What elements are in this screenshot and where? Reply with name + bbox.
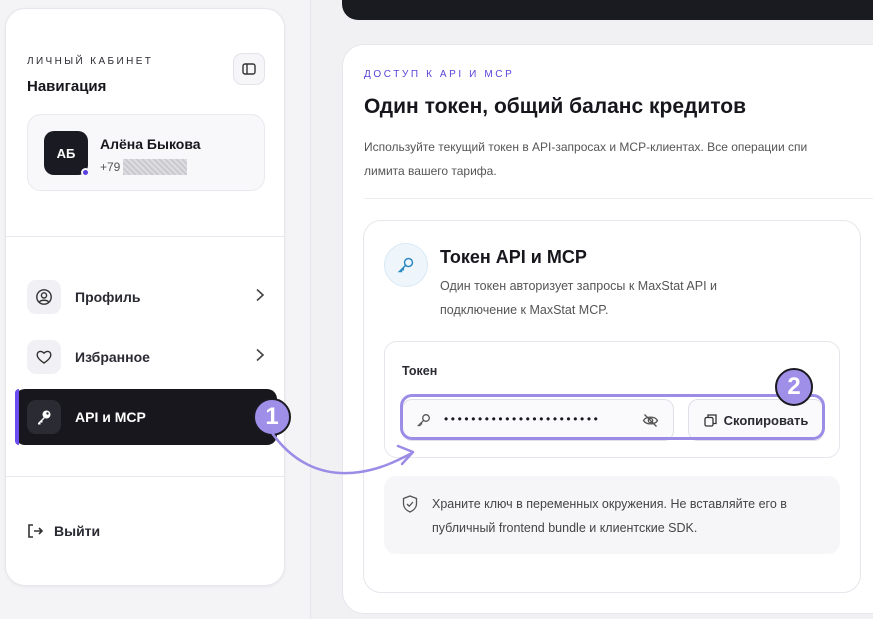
- phone-redacted: [123, 159, 188, 175]
- key-icon: [27, 400, 61, 434]
- user-card: АБ Алёна Быкова +79: [27, 114, 265, 191]
- sidebar-toggle-icon: [242, 63, 256, 75]
- user-phone: +79: [100, 159, 188, 175]
- avatar-initials: АБ: [56, 145, 76, 161]
- sidebar: ЛИЧНЫЙ КАБИНЕТ Навигация АБ Алёна Быкова…: [5, 8, 285, 586]
- chevron-right-icon: [255, 348, 265, 367]
- section-description: Используйте текущий токен в API-запросах…: [364, 135, 873, 183]
- sidebar-item-profile[interactable]: Профиль: [15, 269, 277, 325]
- annotation-badge-2: 2: [775, 368, 813, 406]
- sidebar-eyebrow: ЛИЧНЫЙ КАБИНЕТ: [27, 56, 154, 67]
- logout-label: Выйти: [54, 523, 101, 539]
- token-field-label: Токен: [402, 364, 438, 378]
- sidebar-item-label: API и MCP: [75, 409, 146, 425]
- active-indicator: [15, 389, 19, 445]
- sidebar-title: Навигация: [27, 78, 107, 95]
- top-bar: [342, 0, 873, 20]
- collapse-sidebar-button[interactable]: [233, 53, 265, 85]
- api-access-section: ДОСТУП К API И MCP Один токен, общий бал…: [342, 44, 873, 614]
- sidebar-divider: [6, 476, 284, 477]
- section-description-line: лимита вашего тарифа.: [364, 164, 497, 178]
- chevron-right-icon: [255, 288, 265, 307]
- annotation-badge-1: 1: [253, 398, 291, 436]
- page: ЛИЧНЫЙ КАБИНЕТ Навигация АБ Алёна Быкова…: [0, 0, 873, 619]
- shield-check-icon: [402, 495, 418, 518]
- section-description-line: Используйте текущий токен в API-запросах…: [364, 140, 808, 154]
- key-icon: [384, 243, 428, 287]
- sidebar-divider: [6, 236, 284, 237]
- user-name: Алёна Быкова: [100, 136, 201, 152]
- sidebar-item-label: Избранное: [75, 349, 150, 365]
- avatar: АБ: [44, 131, 90, 177]
- online-status-dot: [81, 168, 90, 177]
- sidebar-item-favorites[interactable]: Избранное: [15, 329, 277, 385]
- user-circle-icon: [27, 280, 61, 314]
- section-divider: [364, 198, 873, 199]
- security-note-text: Храните ключ в переменных окружения. Не …: [432, 497, 787, 535]
- sidebar-item-label: Профиль: [75, 289, 141, 305]
- sidebar-item-api-mcp[interactable]: API и MCP: [15, 389, 277, 445]
- page-title: Один токен, общий баланс кредитов: [364, 95, 746, 118]
- logout-icon: [28, 524, 44, 538]
- token-card-title: Токен API и MCP: [440, 247, 587, 267]
- token-row-highlight: [400, 394, 825, 440]
- token-card-description: Один токен авторизует запросы к MaxStat …: [440, 279, 718, 317]
- security-note: Храните ключ в переменных окружения. Не …: [384, 476, 840, 554]
- phone-prefix: +79: [100, 160, 121, 174]
- logout-button[interactable]: Выйти: [27, 523, 100, 539]
- section-eyebrow: ДОСТУП К API И MCP: [364, 69, 515, 80]
- heart-icon: [27, 340, 61, 374]
